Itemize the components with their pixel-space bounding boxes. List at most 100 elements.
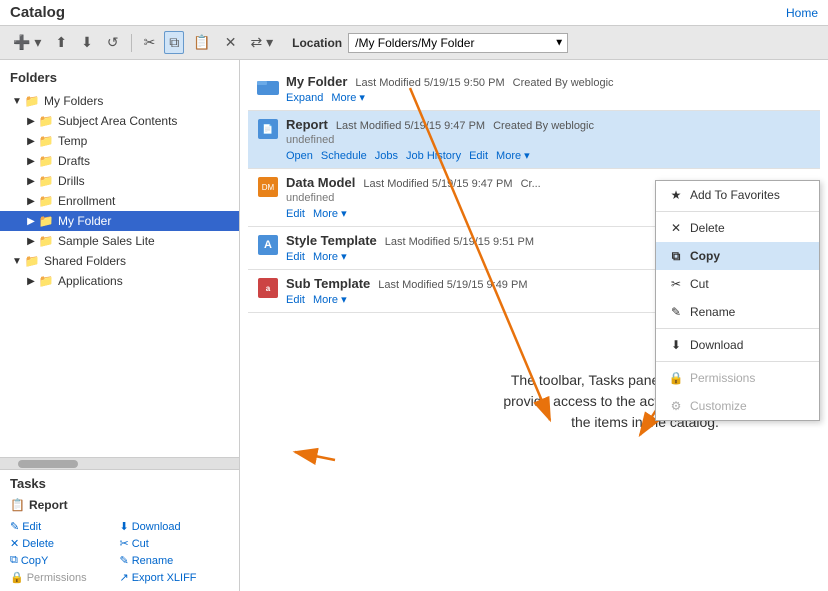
cm-copy-label: Copy (690, 249, 720, 263)
paste-toolbar-button[interactable]: 📋 (188, 31, 215, 54)
action-schedule-report[interactable]: Schedule (321, 150, 367, 162)
task-download-label: Download (132, 521, 181, 533)
task-export[interactable]: ↗ Export XLIFF (120, 570, 230, 585)
action-more-folder[interactable]: More ▾ (331, 91, 365, 104)
sidebar-item-shared-folders[interactable]: ▼ 📁 Shared Folders (0, 251, 239, 271)
catalog-item-myfolder-name: My Folder (286, 74, 347, 89)
cm-copy[interactable]: ⧉ Copy (656, 242, 819, 270)
home-link[interactable]: Home (786, 6, 818, 20)
catalog-item-report: 📄 Report Last Modified 5/19/15 9:47 PM C… (248, 111, 820, 169)
cm-rename[interactable]: ✎ Rename (656, 298, 819, 326)
cm-permissions: 🔒 Permissions (656, 364, 819, 392)
sidebar-item-sample-sales[interactable]: ▶ 📁 Sample Sales Lite (0, 231, 239, 251)
folder-icon-temp: 📁 (38, 133, 54, 149)
sidebar-item-enrollment[interactable]: ▶ 📁 Enrollment (0, 191, 239, 211)
catalog-item-datamodel-name: Data Model (286, 175, 355, 190)
task-rename[interactable]: ✎ Rename (120, 553, 230, 568)
task-download[interactable]: ⬇ Download (120, 519, 230, 534)
new-button[interactable]: ➕ ▾ (8, 31, 46, 54)
context-menu: ★ Add To Favorites ✕ Delete ⧉ Copy ✂ Cut… (655, 180, 820, 421)
catalog-item-myfolder-modified: Last Modified 5/19/15 9:50 PM (355, 77, 504, 89)
sidebar-item-my-folders[interactable]: ▼ 📁 My Folders (0, 91, 239, 111)
sidebar-item-my-folder[interactable]: ▶ 📁 My Folder (0, 211, 239, 231)
tasks-title: Tasks (10, 476, 229, 495)
catalog-item-report-name: Report (286, 117, 328, 132)
cm-download[interactable]: ⬇ Download (656, 331, 819, 359)
item-icon-myfolder (256, 74, 280, 98)
action-more-style[interactable]: More ▾ (313, 250, 347, 263)
folder-label-subject-area: Subject Area Contents (58, 114, 177, 128)
catalog-item-datamodel-subname: undefined (286, 192, 541, 204)
catalog-item-styletemplate-actions: Edit More ▾ (286, 250, 534, 263)
action-more-sub[interactable]: More ▾ (313, 293, 347, 306)
sub-icon: a (258, 278, 278, 298)
action-more-datamodel[interactable]: More ▾ (313, 207, 347, 220)
folder-icon-drafts: 📁 (38, 153, 54, 169)
action-more-report[interactable]: More ▾ (496, 149, 530, 162)
cm-cut-label: Cut (690, 277, 709, 291)
catalog-item-myfolder-created: Created By weblogic (513, 77, 614, 89)
catalog-item-subtemplate-actions: Edit More ▾ (286, 293, 528, 306)
item-icon-datamodel: DM (256, 175, 280, 199)
refresh-button[interactable]: ↺ (102, 31, 124, 54)
catalog-item-report-subname: undefined (286, 134, 594, 146)
cm-add-favorites[interactable]: ★ Add To Favorites (656, 181, 819, 209)
move-button[interactable]: ⇄ ▾ (245, 31, 278, 54)
toggle-shared-folders: ▼ (10, 256, 24, 267)
task-edit[interactable]: ✎ Edit (10, 519, 120, 534)
delete-toolbar-button[interactable]: ✕ (220, 31, 242, 54)
action-edit-sub[interactable]: Edit (286, 294, 305, 306)
catalog-item-datamodel-modified: Last Modified 5/19/15 9:47 PM (363, 178, 512, 190)
upload-button[interactable]: ⬆ (50, 31, 72, 54)
catalog-item-report-actions: Open Schedule Jobs Job History Edit More… (286, 149, 594, 162)
action-jobhistory-report[interactable]: Job History (406, 150, 461, 162)
scrollbar-thumb (18, 460, 78, 468)
sidebar-item-temp[interactable]: ▶ 📁 Temp (0, 131, 239, 151)
task-permissions-label: Permissions (27, 572, 87, 584)
task-links-grid: ✎ Edit ⬇ Download ✕ Delete ✂ Cut ⧉ Cop (10, 519, 229, 585)
catalog-item-datamodel-header: Data Model Last Modified 5/19/15 9:47 PM… (286, 175, 541, 190)
folder-icon-enrollment: 📁 (38, 193, 54, 209)
folder-label-drafts: Drafts (58, 154, 90, 168)
action-edit-style[interactable]: Edit (286, 251, 305, 263)
catalog-item-report-row: 📄 Report Last Modified 5/19/15 9:47 PM C… (256, 117, 812, 162)
cm-delete[interactable]: ✕ Delete (656, 214, 819, 242)
item-icon-styletemplate: A (256, 233, 280, 257)
sidebar-h-scrollbar[interactable] (0, 457, 239, 469)
cm-rename-label: Rename (690, 305, 735, 319)
toggle-subject-area: ▶ (24, 116, 38, 127)
sidebar-item-drafts[interactable]: ▶ 📁 Drafts (0, 151, 239, 171)
cm-sep-1 (656, 211, 819, 212)
action-edit-report[interactable]: Edit (469, 150, 488, 162)
cm-cut-icon: ✂ (668, 276, 684, 292)
folder-label-enrollment: Enrollment (58, 194, 115, 208)
action-jobs-report[interactable]: Jobs (375, 150, 398, 162)
task-copy-label: CopY (21, 555, 49, 567)
copy-toolbar-button[interactable]: ⧉ (164, 31, 184, 54)
cm-cut[interactable]: ✂ Cut (656, 270, 819, 298)
action-open-report[interactable]: Open (286, 150, 313, 162)
download-toolbar-button[interactable]: ⬇ (76, 31, 98, 54)
catalog-item-styletemplate-modified: Last Modified 5/19/15 9:51 PM (385, 236, 534, 248)
cm-favorites-label: Add To Favorites (690, 188, 780, 202)
cm-customize-label: Customize (690, 399, 747, 413)
cm-customize-icon: ⚙ (668, 398, 684, 414)
item-icon-subtemplate: a (256, 276, 280, 300)
task-delete[interactable]: ✕ Delete (10, 536, 120, 551)
action-expand[interactable]: Expand (286, 92, 323, 104)
task-copy[interactable]: ⧉ CopY (10, 553, 120, 568)
tasks-pane: Tasks 📋 Report ✎ Edit ⬇ Download ✕ Delet… (0, 469, 239, 591)
sidebar-item-applications[interactable]: ▶ 📁 Applications (0, 271, 239, 291)
task-item-header: 📋 Report (10, 495, 229, 515)
action-edit-datamodel[interactable]: Edit (286, 208, 305, 220)
task-permissions: 🔒 Permissions (10, 570, 120, 585)
page-title: Catalog (10, 4, 65, 21)
location-bar: Location ▼ (292, 33, 568, 53)
sidebar-item-subject-area[interactable]: ▶ 📁 Subject Area Contents (0, 111, 239, 131)
catalog-item-styletemplate-name: Style Template (286, 233, 377, 248)
task-cut[interactable]: ✂ Cut (120, 536, 230, 551)
location-input[interactable] (348, 33, 568, 53)
sidebar-item-drills[interactable]: ▶ 📁 Drills (0, 171, 239, 191)
folder-label-drills: Drills (58, 174, 85, 188)
cut-toolbar-button[interactable]: ✂ (139, 31, 161, 54)
